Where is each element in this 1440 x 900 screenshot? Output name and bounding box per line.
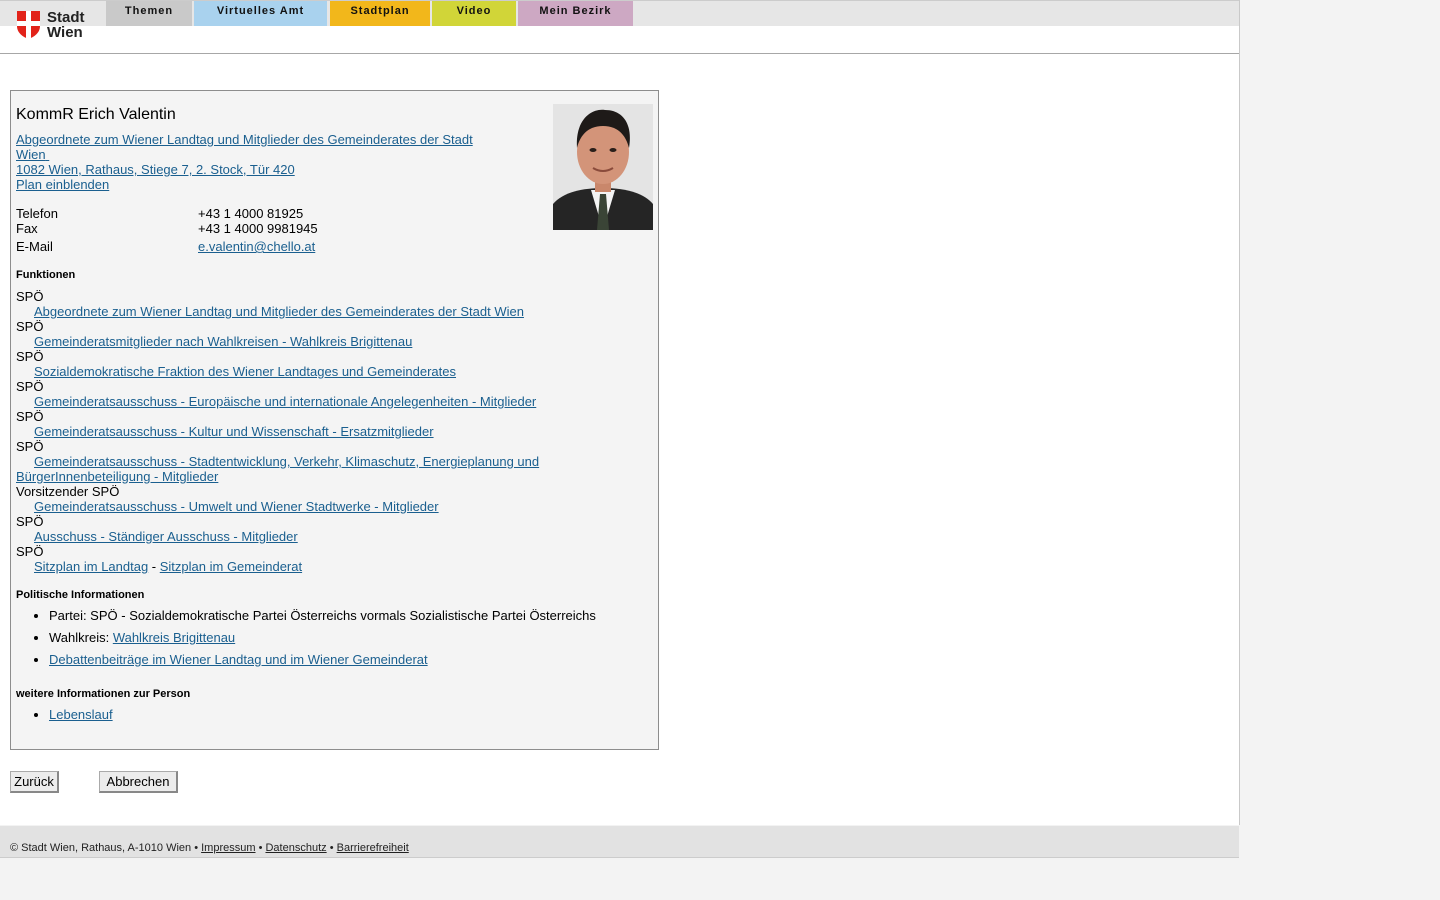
- function-party: Vorsitzender SPÖ: [16, 484, 120, 499]
- nav-tab-themen[interactable]: Themen: [106, 1, 192, 26]
- vienna-shield-icon: [17, 11, 40, 39]
- seat-plan-links: Sitzplan im Landtag - Sitzplan im Gemein…: [16, 559, 556, 574]
- function-link[interactable]: Gemeinderatsmitglieder nach Wahlkreisen …: [16, 334, 556, 349]
- seat-plan-separator: -: [148, 559, 160, 574]
- footer-text: © Stadt Wien, Rathaus, A-1010 Wien • Imp…: [10, 842, 409, 854]
- fax-label: Fax: [16, 221, 38, 236]
- function-link[interactable]: Gemeinderatsausschuss - Stadtentwicklung…: [16, 454, 556, 484]
- nav-tab-label: Video: [456, 5, 492, 17]
- cancel-button[interactable]: Abbrechen: [99, 771, 178, 793]
- back-button[interactable]: Zurück: [10, 771, 59, 793]
- logo-text-line2: Wien: [47, 24, 83, 41]
- functions-list: SPÖ Abgeordnete zum Wiener Landtag und M…: [16, 289, 556, 574]
- nav-tab-mein-bezirk[interactable]: Mein Bezirk: [518, 1, 633, 26]
- person-photo: [553, 104, 653, 230]
- logo-text: Stadt Wien: [47, 10, 85, 40]
- political-info-list: Partei: SPÖ - Sozialdemokratische Partei…: [16, 608, 596, 674]
- page-container: Stadt Wien Themen Virtuelles Amt Stadtpl…: [0, 0, 1240, 825]
- stadt-wien-logo[interactable]: Stadt Wien: [16, 9, 96, 43]
- wahlkreis-label: Wahlkreis:: [49, 630, 113, 645]
- role-link-line2: Wien: [16, 147, 46, 162]
- function-party: SPÖ: [16, 319, 44, 334]
- address-block: Abgeordnete zum Wiener Landtag und Mitgl…: [16, 132, 473, 192]
- function-party: SPÖ: [16, 289, 44, 304]
- role-link[interactable]: Abgeordnete zum Wiener Landtag und Mitgl…: [16, 132, 473, 162]
- function-party: SPÖ: [16, 379, 44, 394]
- footer-separator: •: [255, 842, 266, 854]
- person-detail-box: KommR Erich Valentin Abgeordnete zum Wie…: [10, 90, 659, 750]
- datenschutz-link[interactable]: Datenschutz: [265, 842, 326, 854]
- impressum-link[interactable]: Impressum: [201, 842, 255, 854]
- function-link[interactable]: Sozialdemokratische Fraktion des Wiener …: [16, 364, 556, 379]
- nav-tab-stadtplan[interactable]: Stadtplan: [330, 1, 430, 26]
- nav-tab-label: Themen: [124, 5, 174, 17]
- function-link[interactable]: Ausschuss - Ständiger Ausschuss - Mitgli…: [16, 529, 556, 544]
- phone-value: +43 1 4000 81925: [198, 206, 304, 221]
- cv-link[interactable]: Lebenslauf: [49, 707, 113, 722]
- function-link[interactable]: Abgeordnete zum Wiener Landtag und Mitgl…: [16, 304, 556, 319]
- function-link[interactable]: Gemeinderatsausschuss - Europäische und …: [16, 394, 556, 409]
- function-party: SPÖ: [16, 544, 44, 559]
- show-map-link[interactable]: Plan einblenden: [16, 177, 109, 192]
- nav-tab-virtuelles-amt[interactable]: Virtuelles Amt: [194, 1, 327, 26]
- copyright-text: © Stadt Wien, Rathaus, A-1010 Wien •: [10, 842, 202, 854]
- debate-item: Debattenbeiträge im Wiener Landtag und i…: [49, 652, 596, 667]
- email-label: E-Mail: [16, 239, 53, 254]
- role-link-line1: Abgeordnete zum Wiener Landtag und Mitgl…: [16, 132, 473, 147]
- function-party: SPÖ: [16, 439, 44, 454]
- wahlkreis-item: Wahlkreis: Wahlkreis Brigittenau: [49, 630, 596, 645]
- portrait-image: [553, 104, 653, 230]
- wahlkreis-link[interactable]: Wahlkreis Brigittenau: [113, 630, 235, 645]
- nav-tab-video[interactable]: Video: [432, 1, 516, 26]
- footer-separator: •: [326, 842, 337, 854]
- fax-value: +43 1 4000 9981945: [198, 221, 318, 236]
- party-item: Partei: SPÖ - Sozialdemokratische Partei…: [49, 608, 596, 623]
- site-footer: © Stadt Wien, Rathaus, A-1010 Wien • Imp…: [0, 826, 1239, 858]
- more-info-heading: weitere Informationen zur Person: [16, 688, 191, 700]
- email-link[interactable]: e.valentin@chello.at: [198, 239, 315, 254]
- nav-tab-label: Virtuelles Amt: [216, 5, 305, 17]
- site-header: Stadt Wien Themen Virtuelles Amt Stadtpl…: [0, 0, 1239, 54]
- political-info-heading: Politische Informationen: [16, 589, 145, 601]
- more-info-list: Lebenslauf: [16, 707, 113, 729]
- function-party: SPÖ: [16, 349, 44, 364]
- function-party: SPÖ: [16, 514, 44, 529]
- function-party: SPÖ: [16, 409, 44, 424]
- party-text: Partei: SPÖ - Sozialdemokratische Partei…: [49, 608, 596, 623]
- nav-tab-label: Mein Bezirk: [539, 5, 612, 17]
- person-name: KommR Erich Valentin: [16, 106, 176, 123]
- function-link[interactable]: Gemeinderatsausschuss - Kultur und Wisse…: [16, 424, 556, 439]
- nav-tab-label: Stadtplan: [350, 5, 410, 17]
- function-link[interactable]: Gemeinderatsausschuss - Umwelt und Wiene…: [16, 499, 556, 514]
- cv-item: Lebenslauf: [49, 707, 113, 722]
- address-link[interactable]: 1082 Wien, Rathaus, Stiege 7, 2. Stock, …: [16, 162, 295, 177]
- functions-heading: Funktionen: [16, 269, 76, 281]
- phone-label: Telefon: [16, 206, 58, 221]
- seat-plan-landtag-link[interactable]: Sitzplan im Landtag: [34, 559, 148, 574]
- seat-plan-gemeinderat-link[interactable]: Sitzplan im Gemeinderat: [160, 559, 302, 574]
- barrierefreiheit-link[interactable]: Barrierefreiheit: [337, 842, 409, 854]
- debate-link[interactable]: Debattenbeiträge im Wiener Landtag und i…: [49, 652, 428, 667]
